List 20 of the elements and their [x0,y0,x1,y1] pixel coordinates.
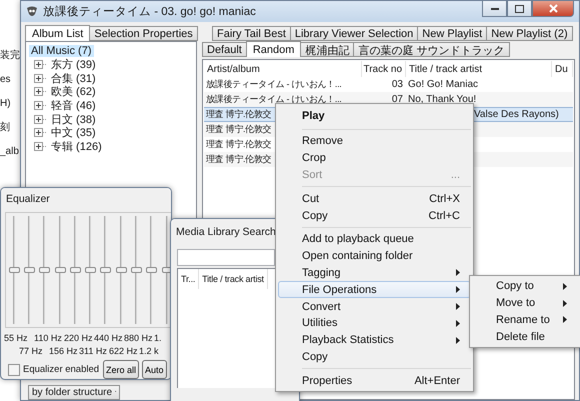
window-text: 刻 [0,122,11,134]
window-title: Media Library Search [176,226,276,238]
frequency-label: 880 Hz [124,333,154,344]
frequency-label: 622 Hz [109,346,139,356]
frequency-label: 1. [154,333,163,344]
frequency-label: 77 Hz [19,346,44,356]
checkbox-label: Equalizer enabled [23,364,100,376]
frequency-label: 311 Hz [79,346,108,356]
window-text: _alb [0,146,20,158]
frequency-label: 220 Hz [64,333,94,344]
frequency-label: 110 Hz [34,333,63,344]
frequency-label: 1.2 k [139,346,160,356]
window-text: es [0,74,12,86]
frequency-label: 440 Hz [94,333,124,344]
frequency-label: 55 Hz [4,333,29,344]
window-title: 放課後ティータイム - 03. go! go! maniac [43,4,256,19]
window-text: H) [0,98,12,110]
window-text: 装完 [0,50,21,62]
window-title: Equalizer [6,192,50,204]
frequency-label: 156 Hz [49,346,79,356]
